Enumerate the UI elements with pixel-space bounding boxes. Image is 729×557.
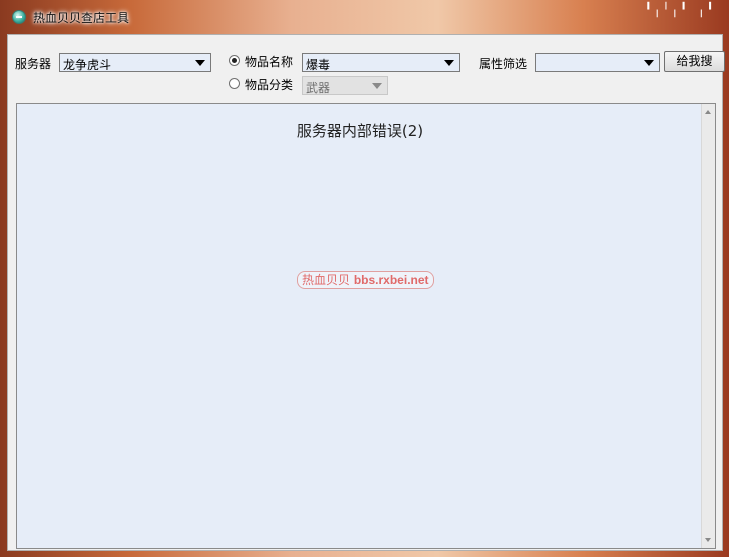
app-icon (12, 10, 26, 24)
item-category-label[interactable]: 物品分类 (245, 76, 293, 93)
item-category-select-value: 武器 (306, 81, 331, 95)
chevron-down-icon[interactable] (644, 60, 654, 66)
client-area: 服务器 龙争虎斗 物品名称 爆毒 物品分类 武器 属性筛选 给我搜 服务器内部错… (7, 34, 725, 551)
watermark: 热血贝贝 bbs.rxbei.net (297, 271, 434, 289)
scroll-up-icon[interactable] (705, 110, 711, 114)
search-button[interactable]: 给我搜 (664, 51, 725, 72)
chevron-down-icon[interactable] (444, 60, 454, 66)
window-title: 热血贝贝查店工具 (33, 11, 130, 25)
scroll-down-icon[interactable] (705, 538, 711, 542)
caption-decoration: ╹╷╵╷╹ ╷╹ (644, 3, 715, 18)
chevron-down-icon (372, 83, 382, 89)
server-label: 服务器 (15, 57, 52, 71)
server-select-value: 龙争虎斗 (63, 58, 112, 72)
app-window: 热血贝贝查店工具 ╹╷╵╷╹ ╷╹ 服务器 龙争虎斗 物品名称 爆毒 物品分类 … (0, 0, 729, 557)
item-category-select: 武器 (302, 76, 388, 95)
chevron-down-icon[interactable] (195, 60, 205, 66)
watermark-text: 热血贝贝 (302, 273, 351, 287)
item-category-radio[interactable] (229, 78, 240, 89)
item-name-select-value: 爆毒 (306, 58, 331, 72)
vertical-scrollbar[interactable] (701, 104, 715, 548)
error-message: 服务器内部错误(2) (296, 122, 424, 140)
watermark-url: bbs.rxbei.net (353, 273, 429, 287)
item-name-select[interactable]: 爆毒 (302, 53, 460, 72)
item-name-radio[interactable] (229, 55, 240, 66)
item-name-label[interactable]: 物品名称 (245, 53, 293, 70)
server-select[interactable]: 龙争虎斗 (59, 53, 211, 72)
results-panel[interactable]: 服务器内部错误(2) 热血贝贝 bbs.rxbei.net (16, 103, 716, 549)
attr-filter-label: 属性筛选 (479, 57, 528, 71)
title-bar[interactable]: 热血贝贝查店工具 ╹╷╵╷╹ ╷╹ (0, 0, 729, 34)
attr-filter-select[interactable] (535, 53, 660, 72)
